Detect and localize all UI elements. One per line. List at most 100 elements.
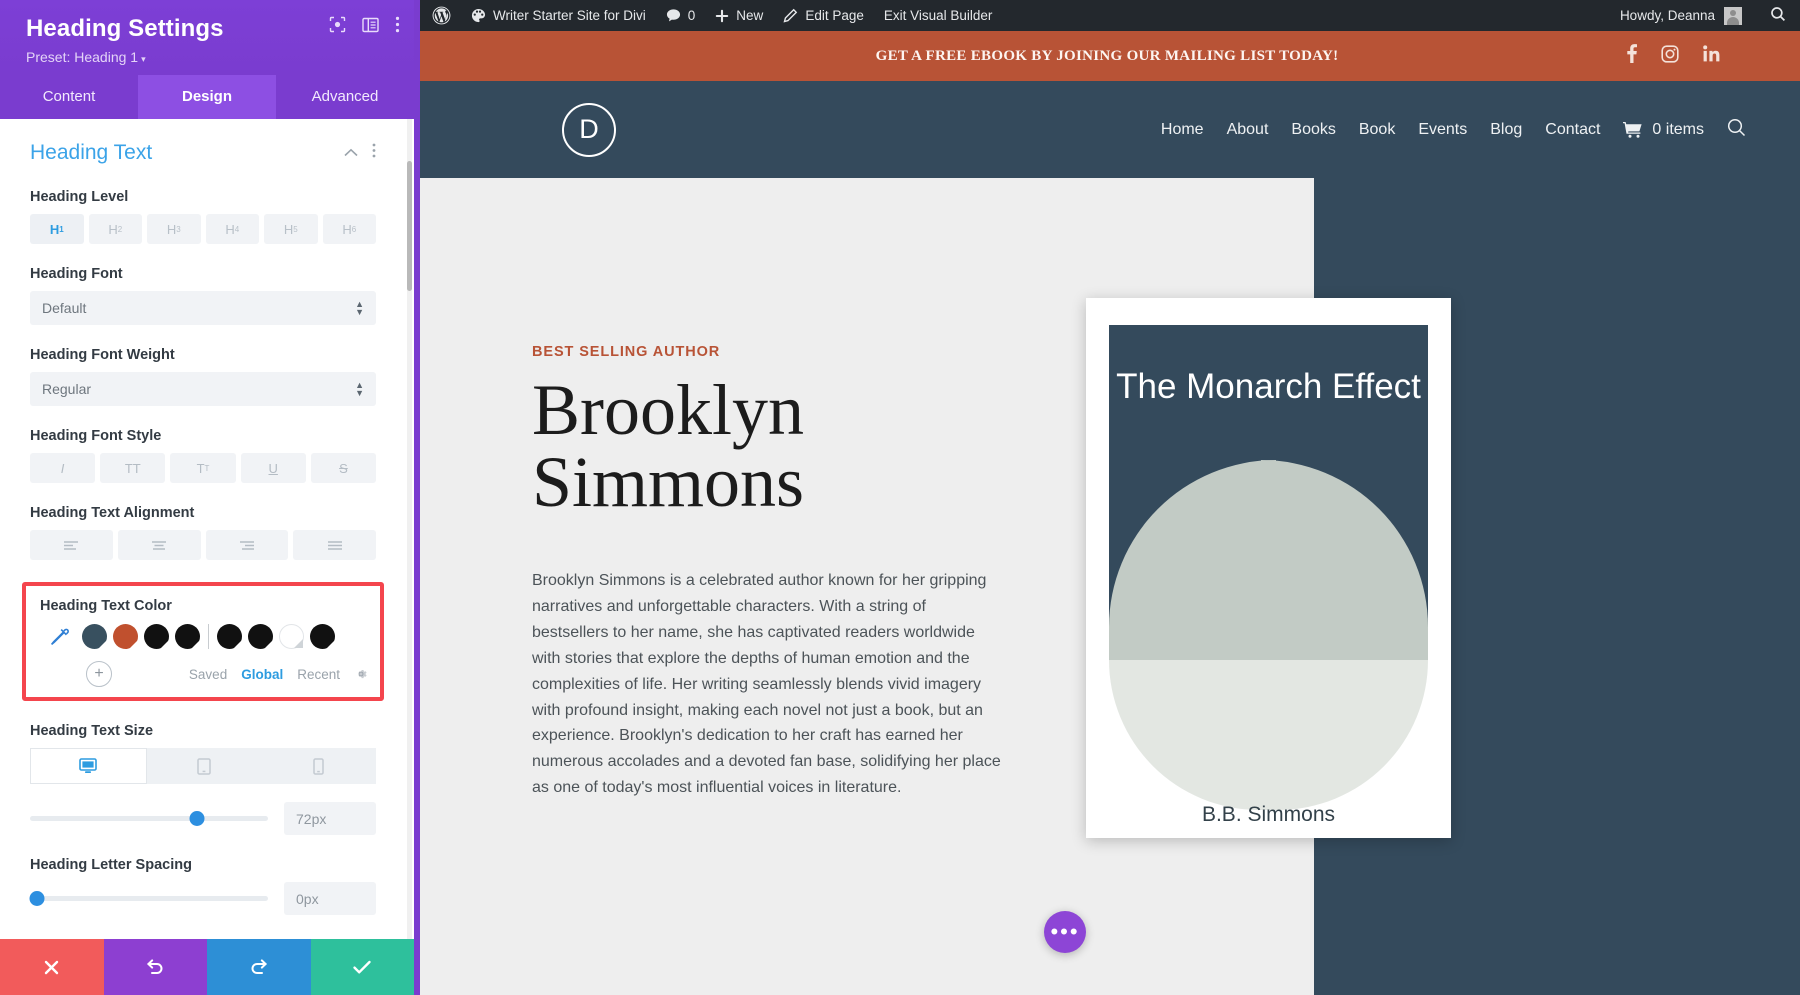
heading-text-alignment-button-group (30, 530, 376, 560)
panel-scrollbar-thumb[interactable] (407, 161, 412, 291)
heading-font-value: Default (42, 300, 86, 316)
field-heading-font-style: Heading Font Style I TT TT U S (30, 428, 376, 483)
tab-advanced[interactable]: Advanced (276, 75, 414, 119)
nav-link-home[interactable]: Home (1161, 121, 1204, 139)
align-justify-button[interactable] (293, 530, 376, 560)
color-swatch-7[interactable] (279, 624, 304, 649)
color-swatch-5[interactable] (217, 624, 242, 649)
wp-logo-menu[interactable] (422, 0, 461, 31)
font-style-strikethrough-button[interactable]: S (311, 453, 376, 483)
nav-links: Home About Books Book Events Blog Contac… (1161, 118, 1800, 142)
heading-level-h6-button[interactable]: H6 (323, 214, 377, 244)
search-icon[interactable] (1756, 6, 1800, 25)
device-phone-button[interactable] (261, 748, 376, 784)
wp-exit-visual-builder[interactable]: Exit Visual Builder (874, 0, 1003, 31)
align-center-button[interactable] (118, 530, 201, 560)
cart-link[interactable]: 0 items (1623, 121, 1704, 139)
heading-level-h3-button[interactable]: H3 (147, 214, 201, 244)
heading-level-h2-button[interactable]: H2 (89, 214, 143, 244)
field-label-heading-font-style: Heading Font Style (30, 428, 376, 444)
heading-text-size-slider-row: 72px (30, 802, 376, 835)
facebook-icon[interactable] (1627, 44, 1637, 68)
field-heading-font-weight: Heading Font Weight Regular ▲▼ (30, 347, 376, 406)
wp-site-name[interactable]: Writer Starter Site for Divi (461, 0, 656, 31)
heading-letter-spacing-slider[interactable] (30, 890, 268, 908)
site-logo[interactable]: D (562, 103, 616, 157)
field-label-heading-letter-spacing: Heading Letter Spacing (30, 857, 376, 873)
eyedropper-icon[interactable] (40, 627, 78, 647)
add-color-button[interactable]: + (86, 661, 112, 687)
tab-design[interactable]: Design (138, 75, 276, 119)
device-desktop-button[interactable] (30, 748, 147, 784)
nav-link-contact[interactable]: Contact (1545, 121, 1600, 139)
wp-account-menu[interactable]: Howdy, Deanna (1620, 7, 1756, 25)
wp-howdy-label: Howdy, Deanna (1620, 8, 1715, 23)
field-label-heading-font-weight: Heading Font Weight (30, 347, 376, 363)
saved-colors-link[interactable]: Saved (189, 667, 227, 682)
wp-site-name-label: Writer Starter Site for Divi (493, 8, 646, 23)
page-content-area: BEST SELLING AUTHOR Brooklyn Simmons Bro… (414, 178, 1800, 995)
avatar (1724, 7, 1742, 25)
color-swatch-6[interactable] (248, 624, 273, 649)
panel-more-options-icon[interactable] (395, 16, 400, 33)
nav-link-events[interactable]: Events (1418, 121, 1467, 139)
font-style-smallcaps-button[interactable]: TT (170, 453, 235, 483)
wp-new-menu[interactable]: New (705, 0, 773, 31)
nav-link-book[interactable]: Book (1359, 121, 1395, 139)
wordpress-admin-bar: Writer Starter Site for Divi 0 New Edit … (414, 0, 1800, 31)
page-heading[interactable]: Brooklyn Simmons (532, 374, 1052, 518)
color-swatch-row (40, 624, 368, 649)
heading-level-h5-button[interactable]: H5 (264, 214, 318, 244)
nav-link-about[interactable]: About (1227, 121, 1269, 139)
field-label-heading-text-color: Heading Text Color (40, 598, 368, 614)
instagram-icon[interactable] (1661, 45, 1679, 68)
panel-layout-toggle-icon[interactable] (362, 17, 379, 33)
heading-level-h4-button[interactable]: H4 (206, 214, 260, 244)
panel-preset-selector[interactable]: Preset: Heading 1▾ (26, 49, 394, 65)
global-colors-link[interactable]: Global (241, 667, 283, 682)
font-style-underline-button[interactable]: U (241, 453, 306, 483)
heading-text-size-slider[interactable] (30, 810, 268, 828)
align-left-button[interactable] (30, 530, 113, 560)
nav-link-books[interactable]: Books (1291, 121, 1335, 139)
heading-font-weight-select[interactable]: Regular ▲▼ (30, 372, 376, 406)
field-label-heading-text-alignment: Heading Text Alignment (30, 505, 376, 521)
panel-action-bar (0, 939, 414, 995)
nav-link-blog[interactable]: Blog (1490, 121, 1522, 139)
linkedin-icon[interactable] (1703, 45, 1720, 67)
gear-icon[interactable] (354, 667, 368, 681)
wp-edit-page[interactable]: Edit Page (773, 0, 874, 31)
cart-icon (1623, 121, 1643, 138)
color-swatch-3[interactable] (144, 624, 169, 649)
heading-level-h1-button[interactable]: H1 (30, 214, 84, 244)
site-navigation: D Home About Books Book Events Blog Cont… (414, 81, 1800, 178)
field-heading-text-color: Heading Text Color (22, 582, 384, 701)
heading-font-style-button-group: I TT TT U S (30, 453, 376, 483)
heading-text-size-value[interactable]: 72px (284, 802, 376, 835)
field-heading-font: Heading Font Default ▲▼ (30, 266, 376, 325)
device-tablet-button[interactable] (147, 748, 262, 784)
chevron-up-icon[interactable] (344, 144, 358, 162)
color-swatch-1[interactable] (82, 624, 107, 649)
recent-colors-link[interactable]: Recent (297, 667, 340, 682)
section-header-heading-text: Heading Text (30, 141, 376, 165)
cancel-button[interactable] (0, 939, 104, 995)
color-swatch-8[interactable] (310, 624, 335, 649)
color-swatch-4[interactable] (175, 624, 200, 649)
undo-button[interactable] (104, 939, 208, 995)
color-swatch-2[interactable] (113, 624, 138, 649)
save-button[interactable] (311, 939, 415, 995)
divi-floating-action-button[interactable]: ••• (1044, 911, 1086, 953)
nav-search-icon[interactable] (1727, 118, 1746, 142)
wp-comments[interactable]: 0 (656, 0, 706, 31)
heading-font-select[interactable]: Default ▲▼ (30, 291, 376, 325)
align-right-button[interactable] (206, 530, 289, 560)
font-style-uppercase-button[interactable]: TT (100, 453, 165, 483)
redo-button[interactable] (207, 939, 311, 995)
font-style-italic-button[interactable]: I (30, 453, 95, 483)
focus-target-icon[interactable] (329, 16, 346, 33)
heading-letter-spacing-value[interactable]: 0px (284, 882, 376, 915)
heading-letter-spacing-slider-row: 0px (30, 882, 376, 915)
tab-content[interactable]: Content (0, 75, 138, 119)
section-more-options-icon[interactable] (372, 143, 376, 163)
